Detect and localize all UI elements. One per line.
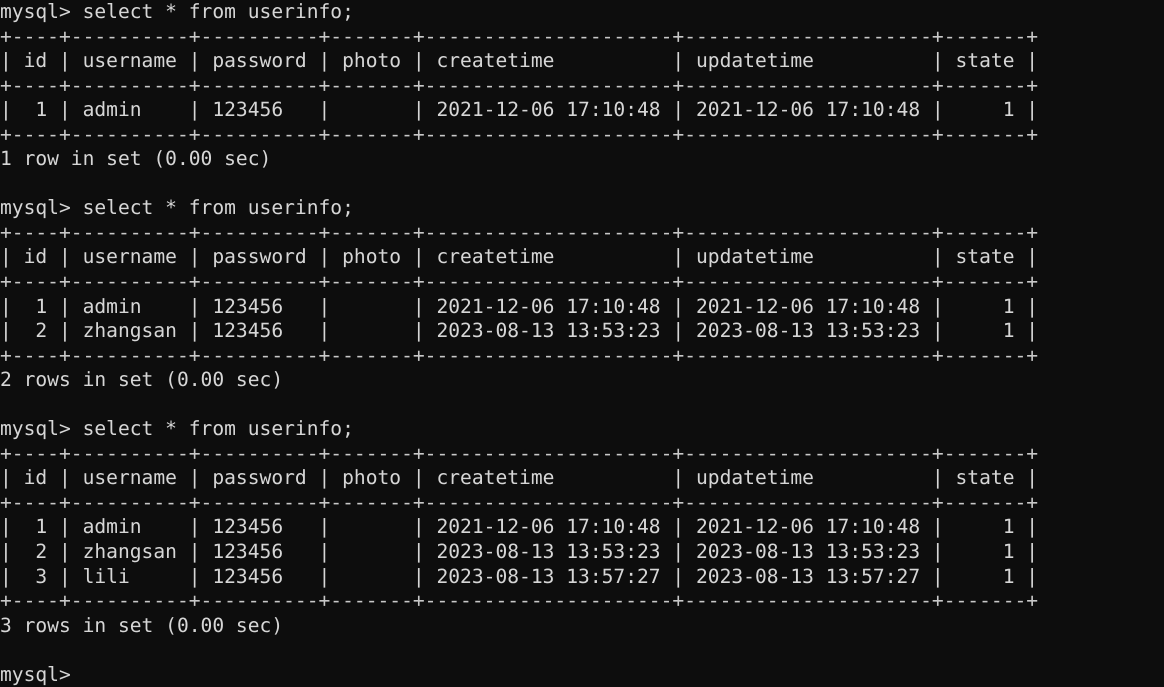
table-rule-mid-3: +----+----------+----------+-------+----… bbox=[0, 490, 1039, 514]
table-rule-mid-1: +----+----------+----------+-------+----… bbox=[0, 73, 1039, 97]
command-line-3: mysql> select * from userinfo; bbox=[0, 417, 354, 441]
table-row: | 1 | admin | 123456 | | 2021-12-06 17:1… bbox=[0, 515, 1039, 539]
spacer-3 bbox=[0, 638, 1038, 663]
command-line-2: mysql> select * from userinfo; bbox=[0, 196, 354, 220]
table-row: | 1 | admin | 123456 | | 2021-12-06 17:1… bbox=[0, 98, 1039, 122]
table-rule-bottom-2: +----+----------+----------+-------+----… bbox=[0, 343, 1039, 367]
table-rule-top-1: +----+----------+----------+-------+----… bbox=[0, 24, 1039, 48]
result-status-3: 3 rows in set (0.00 sec) bbox=[0, 613, 284, 637]
table-rule-bottom-3: +----+----------+----------+-------+----… bbox=[0, 589, 1039, 613]
table-row: | 3 | lili | 123456 | | 2023-08-13 13:57… bbox=[0, 564, 1039, 588]
table-row: | 2 | zhangsan | 123456 | | 2023-08-13 1… bbox=[0, 540, 1039, 564]
table-row: | 1 | admin | 123456 | | 2021-12-06 17:1… bbox=[0, 294, 1039, 318]
table-rule-mid-2: +----+----------+----------+-------+----… bbox=[0, 270, 1039, 294]
table-header-2: | id | username | password | photo | cre… bbox=[0, 245, 1039, 269]
spacer-2 bbox=[0, 393, 1038, 418]
command-line-1: mysql> select * from userinfo; bbox=[0, 0, 354, 23]
table-rule-bottom-1: +----+----------+----------+-------+----… bbox=[0, 122, 1039, 146]
result-status-1: 1 row in set (0.00 sec) bbox=[0, 147, 272, 171]
result-status-2: 2 rows in set (0.00 sec) bbox=[0, 368, 284, 392]
table-header-1: | id | username | password | photo | cre… bbox=[0, 49, 1039, 73]
spacer-1 bbox=[0, 172, 1038, 197]
terminal-window[interactable]: mysql> select * from userinfo; +----+----… bbox=[0, 0, 1164, 686]
active-prompt: mysql> bbox=[0, 662, 71, 686]
table-rule-top-3: +----+----------+----------+-------+----… bbox=[0, 441, 1039, 465]
table-row: | 2 | zhangsan | 123456 | | 2023-08-13 1… bbox=[0, 319, 1039, 343]
table-rule-top-2: +----+----------+----------+-------+----… bbox=[0, 220, 1039, 244]
terminal-screen[interactable]: mysql> select * from userinfo; +----+----… bbox=[0, 0, 1038, 687]
table-header-3: | id | username | password | photo | cre… bbox=[0, 466, 1039, 490]
